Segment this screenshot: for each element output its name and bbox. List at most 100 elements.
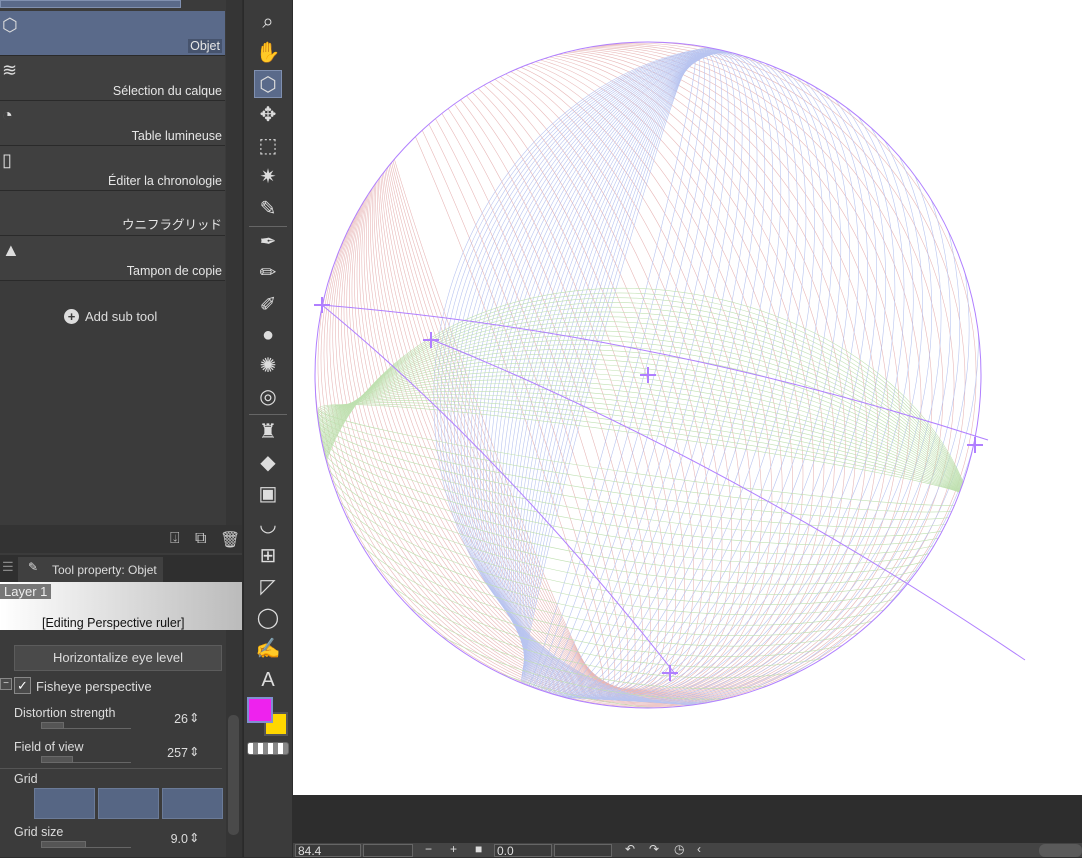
grid-line	[371, 57, 733, 693]
vanishing-point-handle	[967, 437, 983, 453]
rect-select-icon[interactable]: ⬚	[254, 132, 282, 160]
grid-line	[317, 400, 979, 528]
fov-slider[interactable]	[41, 756, 131, 763]
object-select-icon: ⬡	[2, 15, 18, 35]
trash-icon[interactable]: 🗑	[220, 530, 240, 550]
ruler-icon[interactable]: ◎	[254, 383, 282, 411]
zoom-in-button[interactable]: +	[450, 842, 457, 856]
horizontalize-eye-level-button[interactable]: Horizontalize eye level	[14, 645, 222, 671]
gradient-icon[interactable]: ▣	[254, 480, 282, 508]
rotate-right-icon[interactable]: ↷	[649, 842, 659, 856]
fisheye-perspective-ruler[interactable]	[293, 0, 1082, 795]
sub-tool-item[interactable]: ≋ Sélection du calque	[0, 56, 225, 101]
spinner-icon[interactable]: ⇕	[189, 744, 199, 759]
sub-tool-item[interactable]: ▲ Tampon de copie	[0, 236, 225, 281]
grid-line	[440, 45, 981, 705]
distortion-value[interactable]: 26	[148, 712, 188, 726]
curve-icon[interactable]: ◡	[254, 511, 282, 539]
collapse-toggle[interactable]: −	[0, 678, 12, 690]
grid-lines	[315, 42, 981, 708]
tool-bar: ⌕ ✋ ⬡ ✥ ⬚ ✷ ✎ ✒ ✏ ✐ ● ✺ ◎ ♜ ◆ ▣ ◡ ⊞ ◸ ◯ ✍ A	[243, 0, 292, 857]
fill-icon[interactable]: ◆	[254, 449, 282, 477]
sub-tool-group-tab[interactable]	[0, 0, 181, 8]
layer-select-icon: ≋	[2, 60, 18, 80]
grid-line	[524, 52, 716, 698]
balloon-icon[interactable]: ◯	[254, 604, 282, 632]
eyedropper-icon[interactable]: ✎	[254, 195, 282, 223]
zoom-field[interactable]: 84.4	[295, 844, 361, 857]
pen-icon[interactable]: ✒	[254, 228, 282, 256]
plus-icon: +	[64, 309, 79, 324]
pencil-icon[interactable]: ✏	[254, 259, 282, 287]
brush-icon[interactable]: ✐	[254, 291, 282, 319]
grid-line	[450, 46, 970, 704]
sub-tool-item[interactable]: ウニフラグリッド	[0, 191, 225, 236]
tab-tool-property[interactable]: ✎ Tool property: Objet	[18, 557, 163, 582]
divider	[249, 226, 287, 227]
rotate-left-icon[interactable]: ↶	[625, 842, 635, 856]
vanishing-point-handle	[314, 297, 330, 313]
menu-icon[interactable]: ☰	[2, 559, 14, 575]
grid-size-slider[interactable]	[41, 841, 131, 848]
stamp-icon: ▲	[2, 240, 20, 260]
fit-button[interactable]: ■	[475, 842, 482, 856]
grid-line	[375, 58, 713, 692]
sub-tool-item[interactable]: ▯ Éditer la chronologie	[0, 146, 225, 191]
sub-tool-item[interactable]: ⬡ Objet	[0, 11, 225, 56]
grid-line	[317, 402, 979, 520]
rotation-slider[interactable]	[554, 844, 612, 857]
hand-icon[interactable]: ✋	[254, 39, 282, 67]
tool-property-header: ☰ ✎ Tool property: Objet	[0, 555, 242, 582]
horizontal-scrollbar[interactable]	[1039, 844, 1082, 857]
fisheye-label: Fisheye perspective	[36, 679, 152, 694]
transparent-color-swatch[interactable]	[247, 742, 289, 755]
zoom-slider[interactable]	[363, 844, 413, 857]
figure-icon[interactable]: ◸	[254, 573, 282, 601]
light-table-icon: ◔	[2, 105, 13, 125]
spinner-icon[interactable]: ⇕	[189, 710, 199, 725]
duplicate-icon[interactable]: ⧉	[195, 530, 206, 548]
grid-xy-button[interactable]	[34, 788, 95, 819]
frame-icon[interactable]: ⊞	[254, 542, 282, 570]
distortion-label: Distortion strength	[14, 706, 116, 720]
move-icon[interactable]: ✥	[254, 101, 282, 129]
grid-line	[326, 46, 922, 704]
canvas[interactable]	[293, 0, 1082, 795]
decoration-icon[interactable]: ●	[254, 321, 282, 349]
spinner-icon[interactable]: ⇕	[189, 830, 199, 845]
sub-tool-item[interactable]: ◔ Table lumineuse	[0, 101, 225, 146]
collapse-arrow-icon[interactable]: ‹	[697, 842, 701, 856]
tool-settings-icon: ✎	[28, 560, 39, 574]
eraser-icon[interactable]: ♜	[254, 418, 282, 446]
add-sub-tool-button[interactable]: + Add sub tool	[64, 309, 157, 324]
line-correct-icon[interactable]: ✍	[254, 635, 282, 663]
magic-wand-icon[interactable]: ✷	[254, 163, 282, 191]
layer-label: Layer 1	[0, 584, 52, 599]
text-icon[interactable]: A	[254, 666, 282, 694]
zoom-out-button[interactable]: −	[425, 842, 432, 856]
fov-value[interactable]: 257	[148, 746, 188, 760]
grid-xz-button[interactable]	[162, 788, 223, 819]
reset-rotation-icon[interactable]: ◷	[674, 842, 684, 856]
import-icon[interactable]: ⍗	[170, 530, 180, 548]
fisheye-checkbox[interactable]: ✓	[14, 677, 31, 694]
grid-line	[523, 52, 729, 698]
airbrush-icon[interactable]: ✺	[254, 352, 282, 380]
distortion-slider[interactable]	[41, 722, 131, 729]
property-scrollbar[interactable]	[226, 630, 242, 857]
grid-line	[494, 50, 842, 700]
search-icon[interactable]: ⌕	[254, 8, 282, 36]
fov-label: Field of view	[14, 740, 84, 754]
grid-yz-button[interactable]	[98, 788, 159, 819]
sub-tool-actions: ⍗ ⧉ 🗑	[0, 525, 242, 553]
grid-size-value[interactable]: 9.0	[148, 832, 188, 846]
sub-tool-panel: ⬡ Objet ≋ Sélection du calque ◔ Table lumineu…	[0, 0, 242, 857]
sub-tool-scrollbar[interactable]	[226, 0, 242, 525]
main-color-swatch[interactable]	[247, 697, 273, 723]
tool-preview: Layer 1 [Editing Perspective ruler]	[0, 582, 242, 630]
grid-line	[372, 61, 604, 689]
object-icon[interactable]: ⬡	[254, 70, 282, 98]
rotation-field[interactable]: 0.0	[494, 844, 552, 857]
timeline-icon: ▯	[2, 150, 12, 170]
divider	[249, 414, 287, 415]
